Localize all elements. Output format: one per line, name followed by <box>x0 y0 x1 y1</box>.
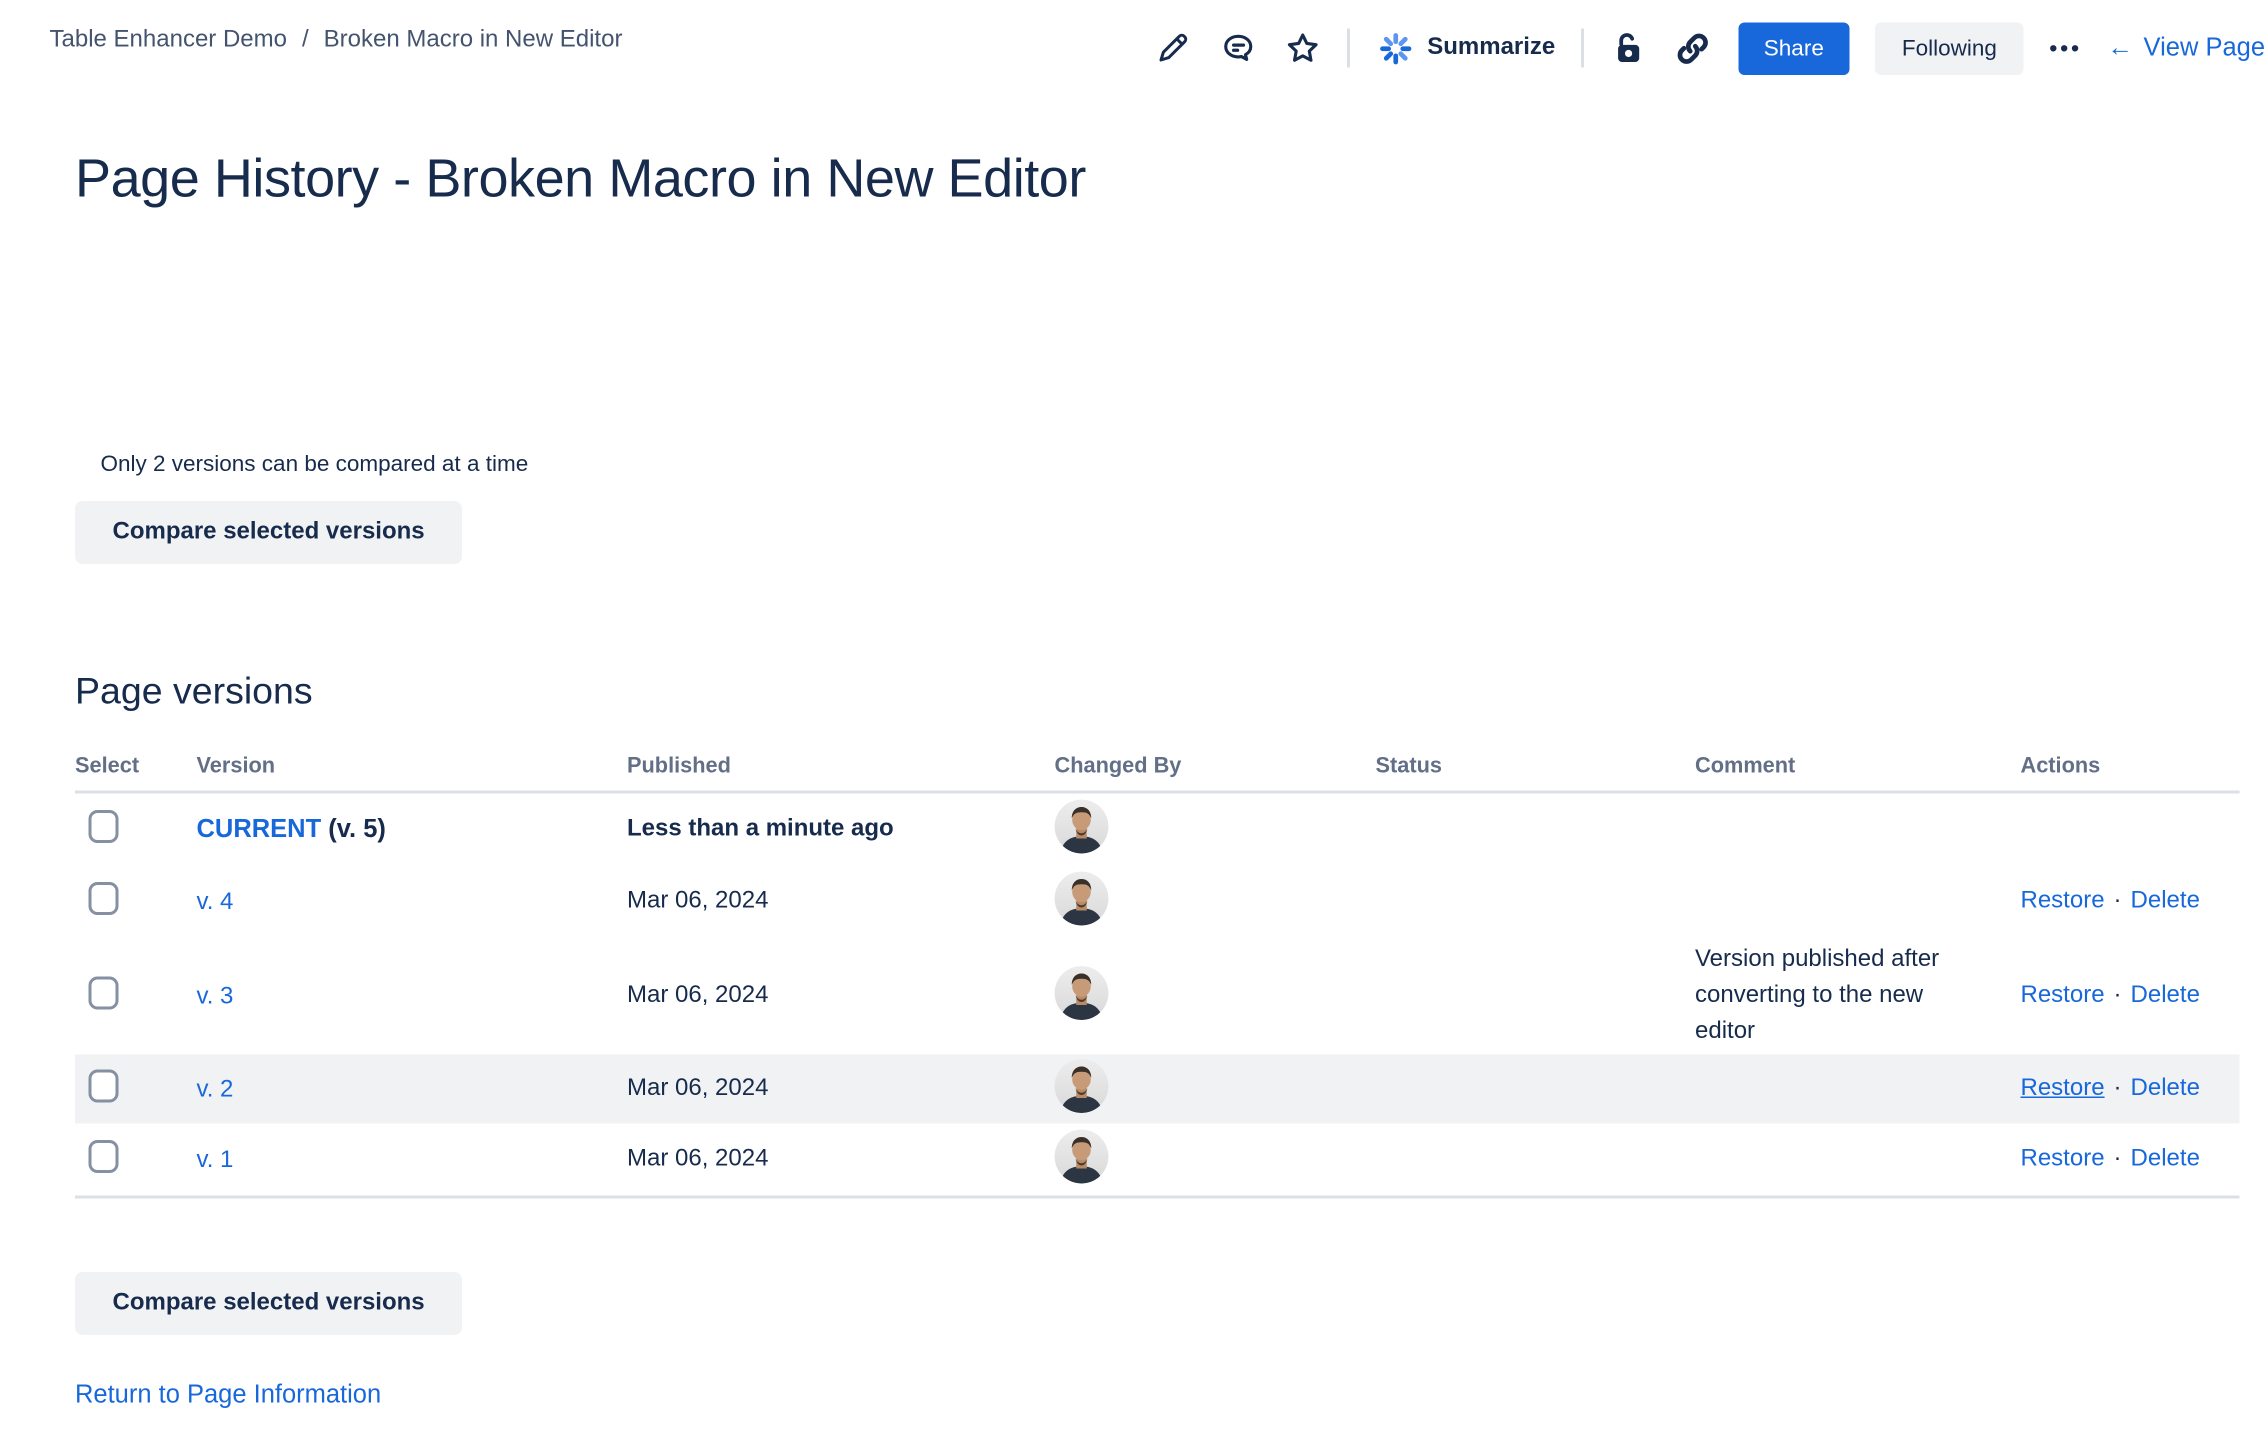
select-cell <box>75 976 197 1017</box>
select-cell <box>75 1139 197 1180</box>
select-cell <box>75 1069 197 1110</box>
toolbar-divider <box>1581 29 1584 68</box>
changed-by-cell <box>1055 1129 1376 1191</box>
published-date: Mar 06, 2024 <box>627 888 1055 915</box>
user-avatar[interactable] <box>1055 799 1109 853</box>
version-link[interactable]: v. 4 <box>197 890 234 916</box>
compare-note: Only 2 versions can be compared at a tim… <box>101 452 529 478</box>
table-row: v. 3 Mar 06, 2024 <box>75 938 2240 1055</box>
action-separator: · <box>2105 1146 2131 1172</box>
edit-pencil-icon[interactable] <box>1154 29 1193 68</box>
version-link[interactable]: CURRENT <box>197 815 322 844</box>
changed-by-cell <box>1055 1058 1376 1120</box>
toolbar-divider <box>1348 29 1351 68</box>
version-cell: v. 2 <box>197 1074 628 1104</box>
column-header-published: Published <box>627 755 1055 779</box>
actions-cell: Restore·Delete <box>2021 888 2240 915</box>
column-header-actions: Actions <box>2021 755 2240 779</box>
breadcrumb-space-link[interactable]: Table Enhancer Demo <box>50 27 287 54</box>
return-to-page-information-link[interactable]: Return to Page Information <box>75 1380 381 1410</box>
breadcrumb: Table Enhancer Demo / Broken Macro in Ne… <box>50 27 623 54</box>
changed-by-cell <box>1055 799 1376 861</box>
select-cell <box>75 881 197 922</box>
page-versions-heading: Page versions <box>75 671 313 715</box>
restore-link[interactable]: Restore <box>2021 983 2105 1009</box>
version-select-checkbox[interactable] <box>89 1139 119 1172</box>
breadcrumb-page-link[interactable]: Broken Macro in New Editor <box>324 27 623 54</box>
user-avatar[interactable] <box>1055 1058 1109 1112</box>
version-select-checkbox[interactable] <box>89 809 119 842</box>
column-header-select: Select <box>75 755 197 779</box>
column-header-comment: Comment <box>1695 755 2021 779</box>
delete-link[interactable]: Delete <box>2131 888 2200 914</box>
user-avatar[interactable] <box>1055 1129 1109 1183</box>
version-cell: CURRENT (v. 5) <box>197 815 628 845</box>
version-select-checkbox[interactable] <box>89 881 119 914</box>
share-button[interactable]: Share <box>1738 22 1849 75</box>
page-title: Page History - Broken Macro in New Edito… <box>75 147 1086 210</box>
table-row: v. 1 Mar 06, 2024 <box>75 1124 2240 1196</box>
column-header-changed-by: Changed By <box>1055 755 1376 779</box>
versions-table-header: SelectVersionPublishedChanged ByStatusCo… <box>75 755 2240 794</box>
action-separator: · <box>2105 1076 2131 1102</box>
version-cell: v. 3 <box>197 981 628 1011</box>
table-row: CURRENT (v. 5) Less than a minute ago <box>75 794 2240 866</box>
link-icon[interactable] <box>1674 29 1713 68</box>
version-cell: v. 1 <box>197 1145 628 1175</box>
versions-table: SelectVersionPublishedChanged ByStatusCo… <box>75 755 2240 1199</box>
screenshot-viewport: Table Enhancer Demo / Broken Macro in Ne… <box>0 0 2268 1446</box>
unlock-icon[interactable] <box>1609 29 1648 68</box>
version-link[interactable]: v. 1 <box>197 1148 234 1174</box>
comment-icon[interactable] <box>1219 29 1258 68</box>
summarize-sparkle-icon <box>1376 29 1415 68</box>
actions-cell: Restore·Delete <box>2021 1076 2240 1103</box>
version-link[interactable]: v. 3 <box>197 984 234 1010</box>
user-avatar[interactable] <box>1055 871 1109 925</box>
page-history-page: Table Enhancer Demo / Broken Macro in Ne… <box>0 0 2268 1446</box>
compare-selected-versions-button-top[interactable]: Compare selected versions <box>75 501 462 564</box>
more-actions-button[interactable]: ••• <box>2049 35 2082 61</box>
compare-selected-versions-button-bottom[interactable]: Compare selected versions <box>75 1272 462 1335</box>
versions-table-body: CURRENT (v. 5) Less than a minute ago <box>75 794 2240 1199</box>
version-cell: v. 4 <box>197 887 628 917</box>
column-header-version: Version <box>197 755 628 779</box>
published-date: Mar 06, 2024 <box>627 1076 1055 1103</box>
published-date: Mar 06, 2024 <box>627 1146 1055 1173</box>
table-row: v. 4 Mar 06, 2024 <box>75 866 2240 938</box>
restore-link[interactable]: Restore <box>2021 1146 2105 1172</box>
version-suffix: (v. 5) <box>321 815 386 844</box>
summarize-button[interactable]: Summarize <box>1376 29 1555 68</box>
back-arrow-icon: ← <box>2108 33 2134 63</box>
version-select-checkbox[interactable] <box>89 1069 119 1102</box>
version-select-checkbox[interactable] <box>89 976 119 1009</box>
user-avatar[interactable] <box>1055 965 1109 1019</box>
actions-cell: Restore·Delete <box>2021 983 2240 1010</box>
following-button[interactable]: Following <box>1875 22 2024 75</box>
action-separator: · <box>2105 888 2131 914</box>
changed-by-cell <box>1055 871 1376 933</box>
page-toolbar: Summarize Share Following ••• ← View Pag… <box>1154 15 2265 81</box>
delete-link[interactable]: Delete <box>2131 983 2200 1009</box>
restore-link[interactable]: Restore <box>2021 1076 2105 1102</box>
star-icon[interactable] <box>1283 29 1322 68</box>
version-link[interactable]: v. 2 <box>197 1077 234 1103</box>
column-header-status: Status <box>1376 755 1696 779</box>
action-separator: · <box>2105 983 2131 1009</box>
view-page-label: View Page <box>2144 33 2265 63</box>
published-date: Less than a minute ago <box>627 816 1055 843</box>
delete-link[interactable]: Delete <box>2131 1076 2200 1102</box>
summarize-label: Summarize <box>1427 35 1555 62</box>
delete-link[interactable]: Delete <box>2131 1146 2200 1172</box>
published-date: Mar 06, 2024 <box>627 983 1055 1010</box>
select-cell <box>75 809 197 850</box>
breadcrumb-separator: / <box>302 27 309 54</box>
table-row: v. 2 Mar 06, 2024 <box>75 1055 2240 1124</box>
view-page-link[interactable]: ← View Page <box>2108 33 2265 63</box>
changed-by-cell <box>1055 965 1376 1027</box>
restore-link[interactable]: Restore <box>2021 888 2105 914</box>
version-comment: Version published after converting to th… <box>1695 942 2021 1050</box>
actions-cell: Restore·Delete <box>2021 1146 2240 1173</box>
